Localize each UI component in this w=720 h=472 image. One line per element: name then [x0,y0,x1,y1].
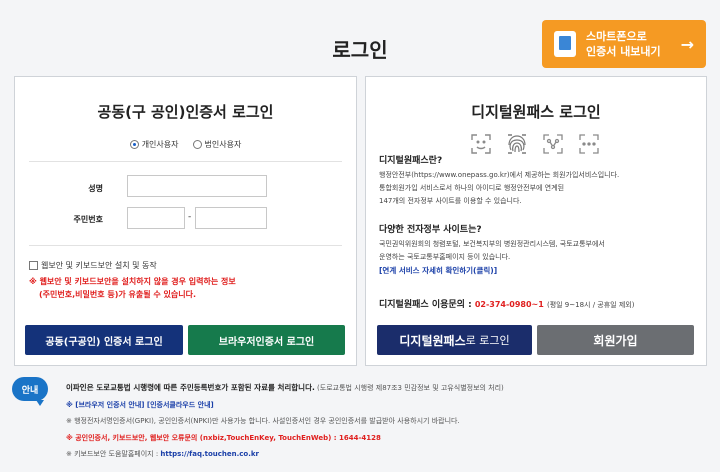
radio-personal-label: 개인사용자 [141,140,179,149]
name-label: 성명 [88,184,103,193]
security-install-checkbox-row[interactable]: 웹보안 및 키보드보안 설치 및 동작 [29,260,157,271]
browser-cert-login-button[interactable]: 브라우저인증서 로그인 [188,325,345,355]
radio-personal-indicator[interactable] [129,140,139,149]
notice-privacy-bold: 이파인은 도로교통법 시행령에 따른 주민등록번호가 포함된 자료를 처리합니다… [66,383,315,392]
cert-login-title: 공동(구 공인)인증서 로그인 [97,103,274,121]
notice-line-privacy: 이파인은 도로교통법 시행령에 따른 주민등록번호가 포함된 자료를 처리합니다… [66,380,716,397]
onepass-what-line2: 통합회원가입 서비스로서 하나의 아이디로 행정안전부에 연계된 [379,184,565,192]
onepass-login-button[interactable]: 디지털원패스 로 로그인 [377,325,532,355]
auth-method-icons [470,133,600,155]
pin-icon [578,133,600,155]
onepass-sites-line2: 운영하는 국토교통부홈페이지 등이 있습니다. [379,253,511,261]
onepass-sites-heading: 다양한 전자정부 사이트는? [379,225,482,235]
arrow-right-icon: → [680,34,694,54]
face-scan-icon [470,133,492,155]
onepass-login-label-rest: 로 로그인 [465,334,510,347]
contact-hours: (평일 9~18시 / 공휴일 제외) [546,301,635,309]
radio-corporate-label: 법인사용자 [204,140,242,149]
user-type-radio-group: 개인사용자 법인사용자 [15,139,356,150]
help-prefix: ※ 키보드보안 도움말홈페이지 : [66,450,161,458]
export-cert-label-line2: 인증서 내보내기 [586,45,661,58]
name-input[interactable] [127,175,267,197]
notice-section: 이파인은 도로교통법 시행령에 따른 주민등록번호가 포함된 자료를 처리합니다… [66,380,716,463]
cert-login-panel: 공동(구 공인)인증서 로그인 개인사용자 법인사용자 성명 주민번호 - 웹보… [14,76,357,366]
touchen-faq-link[interactable]: https://faq.touchen.co.kr [160,450,259,458]
divider [29,161,342,162]
smartphone-icon [554,31,576,57]
onepass-title: 디지털원패스 로그인 [471,103,601,121]
security-install-label: 웹보안 및 키보드보안 설치 및 동작 [41,261,157,270]
notice-line-error-contact: ※ 공인인증서, 키보드보안, 웹보안 오류문의 (nxbiz,TouchEnK… [66,433,381,442]
radio-personal-user[interactable]: 개인사용자 [129,139,179,150]
security-warning: ※ 웹보안 및 키보드보안을 설치하지 않을 경우 입력하는 정보 (주민번호,… [29,275,349,301]
rrn-front-input[interactable] [127,207,185,229]
radio-corporate-indicator[interactable] [192,140,202,149]
onepass-sites-line1: 국민권익위원회의 청렴포털, 보건복지부의 병원정관리시스템, 국토교통부에서 [379,240,605,248]
export-cert-to-smartphone-button[interactable]: 스마트폰으로 인증서 내보내기 → [542,20,706,68]
notice-privacy-rest: (도로교통법 시행령 제87조3 민감정보 및 고유식별정보의 처리) [314,384,504,392]
onepass-contact: 디지털원패스 이용문의 : 02-374-0980~1 (평일 9~18시 / … [379,297,696,310]
pattern-icon [542,133,564,155]
divider [29,245,342,246]
rrn-label: 주민번호 [73,215,103,224]
notice-line-gpki: ※ 행정전자서명인증서(GPKI), 공인인증서(NPKI)만 사용가능 합니다… [66,417,460,425]
onepass-what-heading: 디지털원패스란? [379,156,443,166]
onepass-login-label-bold: 디지털원패스 [399,333,466,348]
onepass-sites: 다양한 전자정부 사이트는? 국민권익위원회의 청렴포털, 보건복지부의 병원정… [379,222,696,276]
joint-cert-login-button[interactable]: 공동(구공인) 인증서 로그인 [25,325,183,355]
export-cert-label: 스마트폰으로 인증서 내보내기 [586,29,661,59]
rrn-dash: - [188,212,192,222]
notice-line-help: ※ 키보드보안 도움말홈페이지 : https://faq.touchen.co… [66,446,716,463]
digital-onepass-panel: 디지털원패스 로그인 디지털원패스란? 행정안전부(https://www.on… [365,76,707,366]
export-cert-label-line1: 스마트폰으로 [586,30,647,43]
rrn-back-input[interactable] [195,207,267,229]
onepass-what-line1: 행정안전부(https://www.onepass.go.kr)에서 제공하는 … [379,171,620,179]
notice-badge: 안내 [12,377,48,406]
signup-button[interactable]: 회원가입 [537,325,694,355]
security-install-checkbox[interactable] [29,261,38,270]
browser-cert-guide-link[interactable]: ※ [브라우저 인증서 안내] [인증서클라우드 안내] [66,397,716,414]
contact-number: 02-374-0980~1 [474,300,544,309]
onepass-description: 디지털원패스란? 행정안전부(https://www.onepass.go.kr… [379,153,696,208]
contact-label: 디지털원패스 이용문의 : [379,300,472,310]
linked-services-link[interactable]: [연계 서비스 자세히 확인하기(클릭)] [379,265,696,276]
onepass-what-line3: 147개의 전자정부 사이트를 이용할 수 있습니다. [379,197,522,205]
fingerprint-icon [506,133,528,155]
security-warning-line2: (주민번호,비밀번호 등)가 유출될 수 있습니다. [39,290,197,299]
security-warning-line1: ※ 웹보안 및 키보드보안을 설치하지 않을 경우 입력하는 정보 [29,277,236,286]
radio-corporate-user[interactable]: 법인사용자 [192,139,242,150]
